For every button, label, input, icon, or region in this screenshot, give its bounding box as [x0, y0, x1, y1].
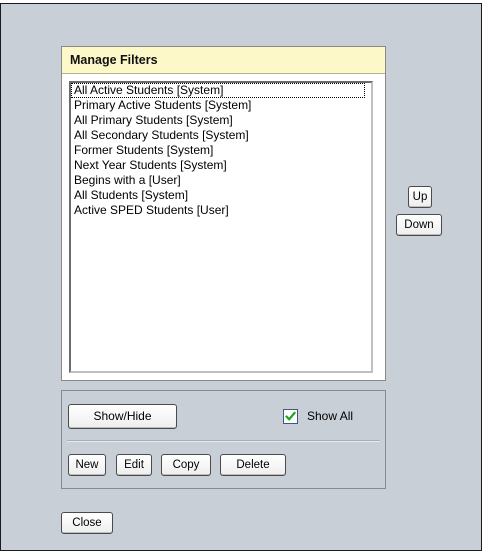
filter-list-item[interactable]: Active SPED Students [User] — [71, 203, 371, 218]
panel-title: Manage Filters — [62, 47, 385, 74]
actions-divider — [67, 440, 380, 442]
filter-list-item[interactable]: Former Students [System] — [71, 143, 371, 158]
filter-list-item[interactable]: All Primary Students [System] — [71, 113, 371, 128]
new-filter-button[interactable]: New — [68, 454, 106, 476]
filter-list-item[interactable]: Primary Active Students [System] — [71, 98, 371, 113]
filters-listbox[interactable]: All Active Students [System] Primary Act… — [69, 81, 373, 373]
delete-filter-button[interactable]: Delete — [220, 454, 286, 476]
edit-filter-button[interactable]: Edit — [116, 454, 152, 476]
show-all-checkbox[interactable] — [283, 408, 298, 424]
show-all-label: Show All — [307, 409, 354, 423]
filter-list-item[interactable]: Next Year Students [System] — [71, 158, 371, 173]
checkmark-icon — [285, 411, 296, 420]
close-button[interactable]: Close — [61, 512, 113, 534]
filter-list-item[interactable]: Begins with a [User] — [71, 173, 371, 188]
filters-panel: Manage Filters All Active Students [Syst… — [61, 46, 386, 381]
move-down-button[interactable]: Down — [396, 214, 442, 236]
show-hide-button[interactable]: Show/Hide — [68, 404, 177, 429]
filter-list-item[interactable]: All Active Students [System] — [71, 83, 365, 98]
filter-list-item[interactable]: All Secondary Students [System] — [71, 128, 371, 143]
copy-filter-button[interactable]: Copy — [161, 454, 211, 476]
manage-filters-dialog: Manage Filters All Active Students [Syst… — [0, 3, 482, 551]
move-up-button[interactable]: Up — [408, 186, 432, 208]
filter-actions-panel: Show/Hide Show All New Edit Copy Delete — [61, 390, 386, 489]
filter-list-item[interactable]: All Students [System] — [71, 188, 371, 203]
show-all-toggle[interactable]: Show All — [283, 407, 353, 425]
